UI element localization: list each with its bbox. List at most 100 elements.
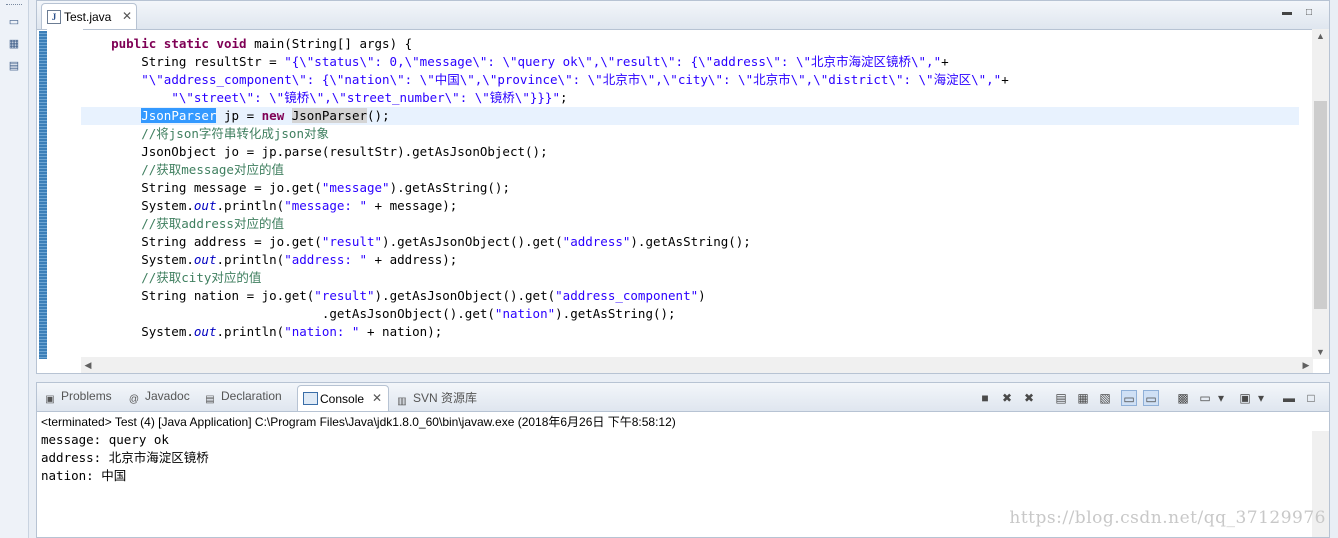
- code-area[interactable]: 6− public static void main(String[] args…: [81, 29, 1299, 359]
- tab-test-java[interactable]: J Test.java ✕: [41, 3, 137, 29]
- show-on-error-icon[interactable]: ▭: [1143, 390, 1159, 406]
- display-console-dropdown-icon[interactable]: ▾: [1213, 390, 1229, 406]
- code-line[interactable]: 18 System.out.println("address: " + addr…: [81, 251, 1299, 269]
- scroll-lock-icon[interactable]: ▦: [1075, 390, 1091, 406]
- code-token: ();: [367, 108, 390, 123]
- code-token: "nation: ": [284, 324, 360, 339]
- code-editor: J Test.java ✕ ▬ □ 6− public static void …: [36, 0, 1330, 374]
- code-token: System.: [81, 198, 194, 213]
- code-line[interactable]: 11 //将json字符串转化成json对象: [81, 125, 1299, 143]
- show-on-output-icon[interactable]: ▭: [1121, 390, 1137, 406]
- pin-console-icon[interactable]: ▩: [1175, 390, 1191, 406]
- code-line[interactable]: 17 String address = jo.get("result").get…: [81, 233, 1299, 251]
- code-line[interactable]: 6− public static void main(String[] args…: [81, 35, 1299, 53]
- code-line[interactable]: 16 //获取address对应的值: [81, 215, 1299, 233]
- code-token: static: [163, 36, 209, 51]
- minimize-console-icon[interactable]: ▬: [1281, 390, 1297, 406]
- tab-javadoc[interactable]: @ Javadoc: [127, 389, 190, 407]
- tab-svn[interactable]: ▥ SVN 资源库: [395, 389, 477, 407]
- code-line[interactable]: 13 //获取message对应的值: [81, 161, 1299, 179]
- code-line[interactable]: 7 String resultStr = "{\"status\": 0,\"m…: [81, 53, 1299, 71]
- tab-console[interactable]: Console ✕: [297, 385, 389, 411]
- editor-tabbar: J Test.java ✕ ▬ □: [37, 1, 1329, 30]
- code-line[interactable]: 21 .getAsJsonObject().get("nation").getA…: [81, 305, 1299, 323]
- restore-icon[interactable]: ▭: [6, 14, 22, 30]
- close-console-icon[interactable]: ✕: [372, 391, 382, 405]
- left-toolbar-strip: ▭ ▦ ▤: [0, 0, 29, 538]
- drag-handle[interactable]: [6, 4, 22, 7]
- minimize-icon[interactable]: ▬: [1281, 7, 1293, 19]
- console-icon: [303, 392, 318, 405]
- horizontal-scrollbar[interactable]: ◀ ▶: [81, 357, 1313, 373]
- code-token: String address = jo.get(: [81, 234, 322, 249]
- open-console-dropdown-icon[interactable]: ▾: [1253, 390, 1269, 406]
- code-line[interactable]: 10 JsonParser jp = new JsonParser();: [81, 107, 1299, 125]
- code-token: "message": [321, 180, 390, 195]
- problems-icon: ▣: [45, 394, 55, 405]
- scroll-down-icon[interactable]: ▼: [1312, 345, 1329, 359]
- word-wrap-icon[interactable]: ▧: [1097, 390, 1113, 406]
- code-token: String resultStr =: [81, 54, 285, 69]
- maximize-icon[interactable]: □: [1303, 7, 1315, 19]
- code-token: String nation = jo.get(: [81, 288, 315, 303]
- code-token: JsonParser: [141, 108, 217, 123]
- code-token: out: [193, 252, 217, 267]
- code-line[interactable]: 22 System.out.println("nation: " + natio…: [81, 323, 1299, 341]
- code-line[interactable]: 9 "\"street\": \"镜桥\",\"street_number\":…: [81, 89, 1299, 107]
- code-token: //获取message对应的值: [141, 162, 284, 177]
- console-output-line: message: query ok: [41, 432, 169, 447]
- navigator-icon[interactable]: ▤: [6, 58, 22, 74]
- package-explorer-icon[interactable]: ▦: [6, 36, 22, 52]
- java-file-icon: J: [47, 10, 61, 24]
- code-token: ): [698, 288, 706, 303]
- code-token: "{\"status\": 0,\"message\": \"query ok\…: [284, 54, 942, 69]
- code-line[interactable]: 12 JsonObject jo = jp.parse(resultStr).g…: [81, 143, 1299, 161]
- tab-problems[interactable]: ▣ Problems: [43, 389, 111, 407]
- code-token: "address": [562, 234, 631, 249]
- maximize-console-icon[interactable]: □: [1303, 390, 1319, 406]
- code-line[interactable]: 8 "\"address_component\": {\"nation\": \…: [81, 71, 1299, 89]
- code-token: JsonObject jo = jp.parse(resultStr).getA…: [81, 144, 548, 159]
- remove-all-terminated-icon[interactable]: ✖: [1021, 390, 1037, 406]
- code-token: .println(: [216, 198, 285, 213]
- close-tab-icon[interactable]: ✕: [122, 9, 132, 23]
- remove-launch-icon[interactable]: ✖: [999, 390, 1015, 406]
- tab-declaration[interactable]: ▤ Declaration: [203, 389, 281, 407]
- console-output-line: nation: 中国: [41, 468, 127, 483]
- code-token: + address);: [367, 252, 458, 267]
- code-token: ).getAsString();: [555, 306, 676, 321]
- scroll-up-icon[interactable]: ▲: [1312, 29, 1329, 43]
- code-line[interactable]: 20 String nation = jo.get("result").getA…: [81, 287, 1299, 305]
- code-token: //获取address对应的值: [141, 216, 284, 231]
- scroll-left-icon[interactable]: ◀: [81, 357, 95, 373]
- code-token: new: [261, 108, 285, 123]
- display-console-icon[interactable]: ▭: [1197, 390, 1213, 406]
- code-token: //将json字符串转化成json对象: [141, 126, 329, 141]
- vertical-scrollbar[interactable]: ▲ ▼: [1312, 29, 1329, 359]
- code-token: void: [216, 36, 247, 51]
- code-token: + nation);: [359, 324, 443, 339]
- code-token: .getAsJsonObject().get(: [81, 306, 495, 321]
- code-token: //获取city对应的值: [141, 270, 262, 285]
- terminate-icon[interactable]: ■: [977, 390, 993, 406]
- code-token: ;: [559, 90, 568, 105]
- scroll-right-icon[interactable]: ▶: [1299, 357, 1313, 373]
- code-token: jp =: [216, 108, 262, 123]
- code-line[interactable]: 15 System.out.println("message: " + mess…: [81, 197, 1299, 215]
- code-token: "message: ": [284, 198, 367, 213]
- code-line[interactable]: 14 String message = jo.get("message").ge…: [81, 179, 1299, 197]
- code-line[interactable]: 19 //获取city对应的值: [81, 269, 1299, 287]
- clear-console-icon[interactable]: ▤: [1053, 390, 1069, 406]
- open-console-icon[interactable]: ▣: [1237, 390, 1253, 406]
- code-token: ).getAsString();: [389, 180, 510, 195]
- scroll-thumb[interactable]: [1314, 101, 1327, 309]
- code-token: out: [193, 324, 217, 339]
- code-token: System.: [81, 252, 194, 267]
